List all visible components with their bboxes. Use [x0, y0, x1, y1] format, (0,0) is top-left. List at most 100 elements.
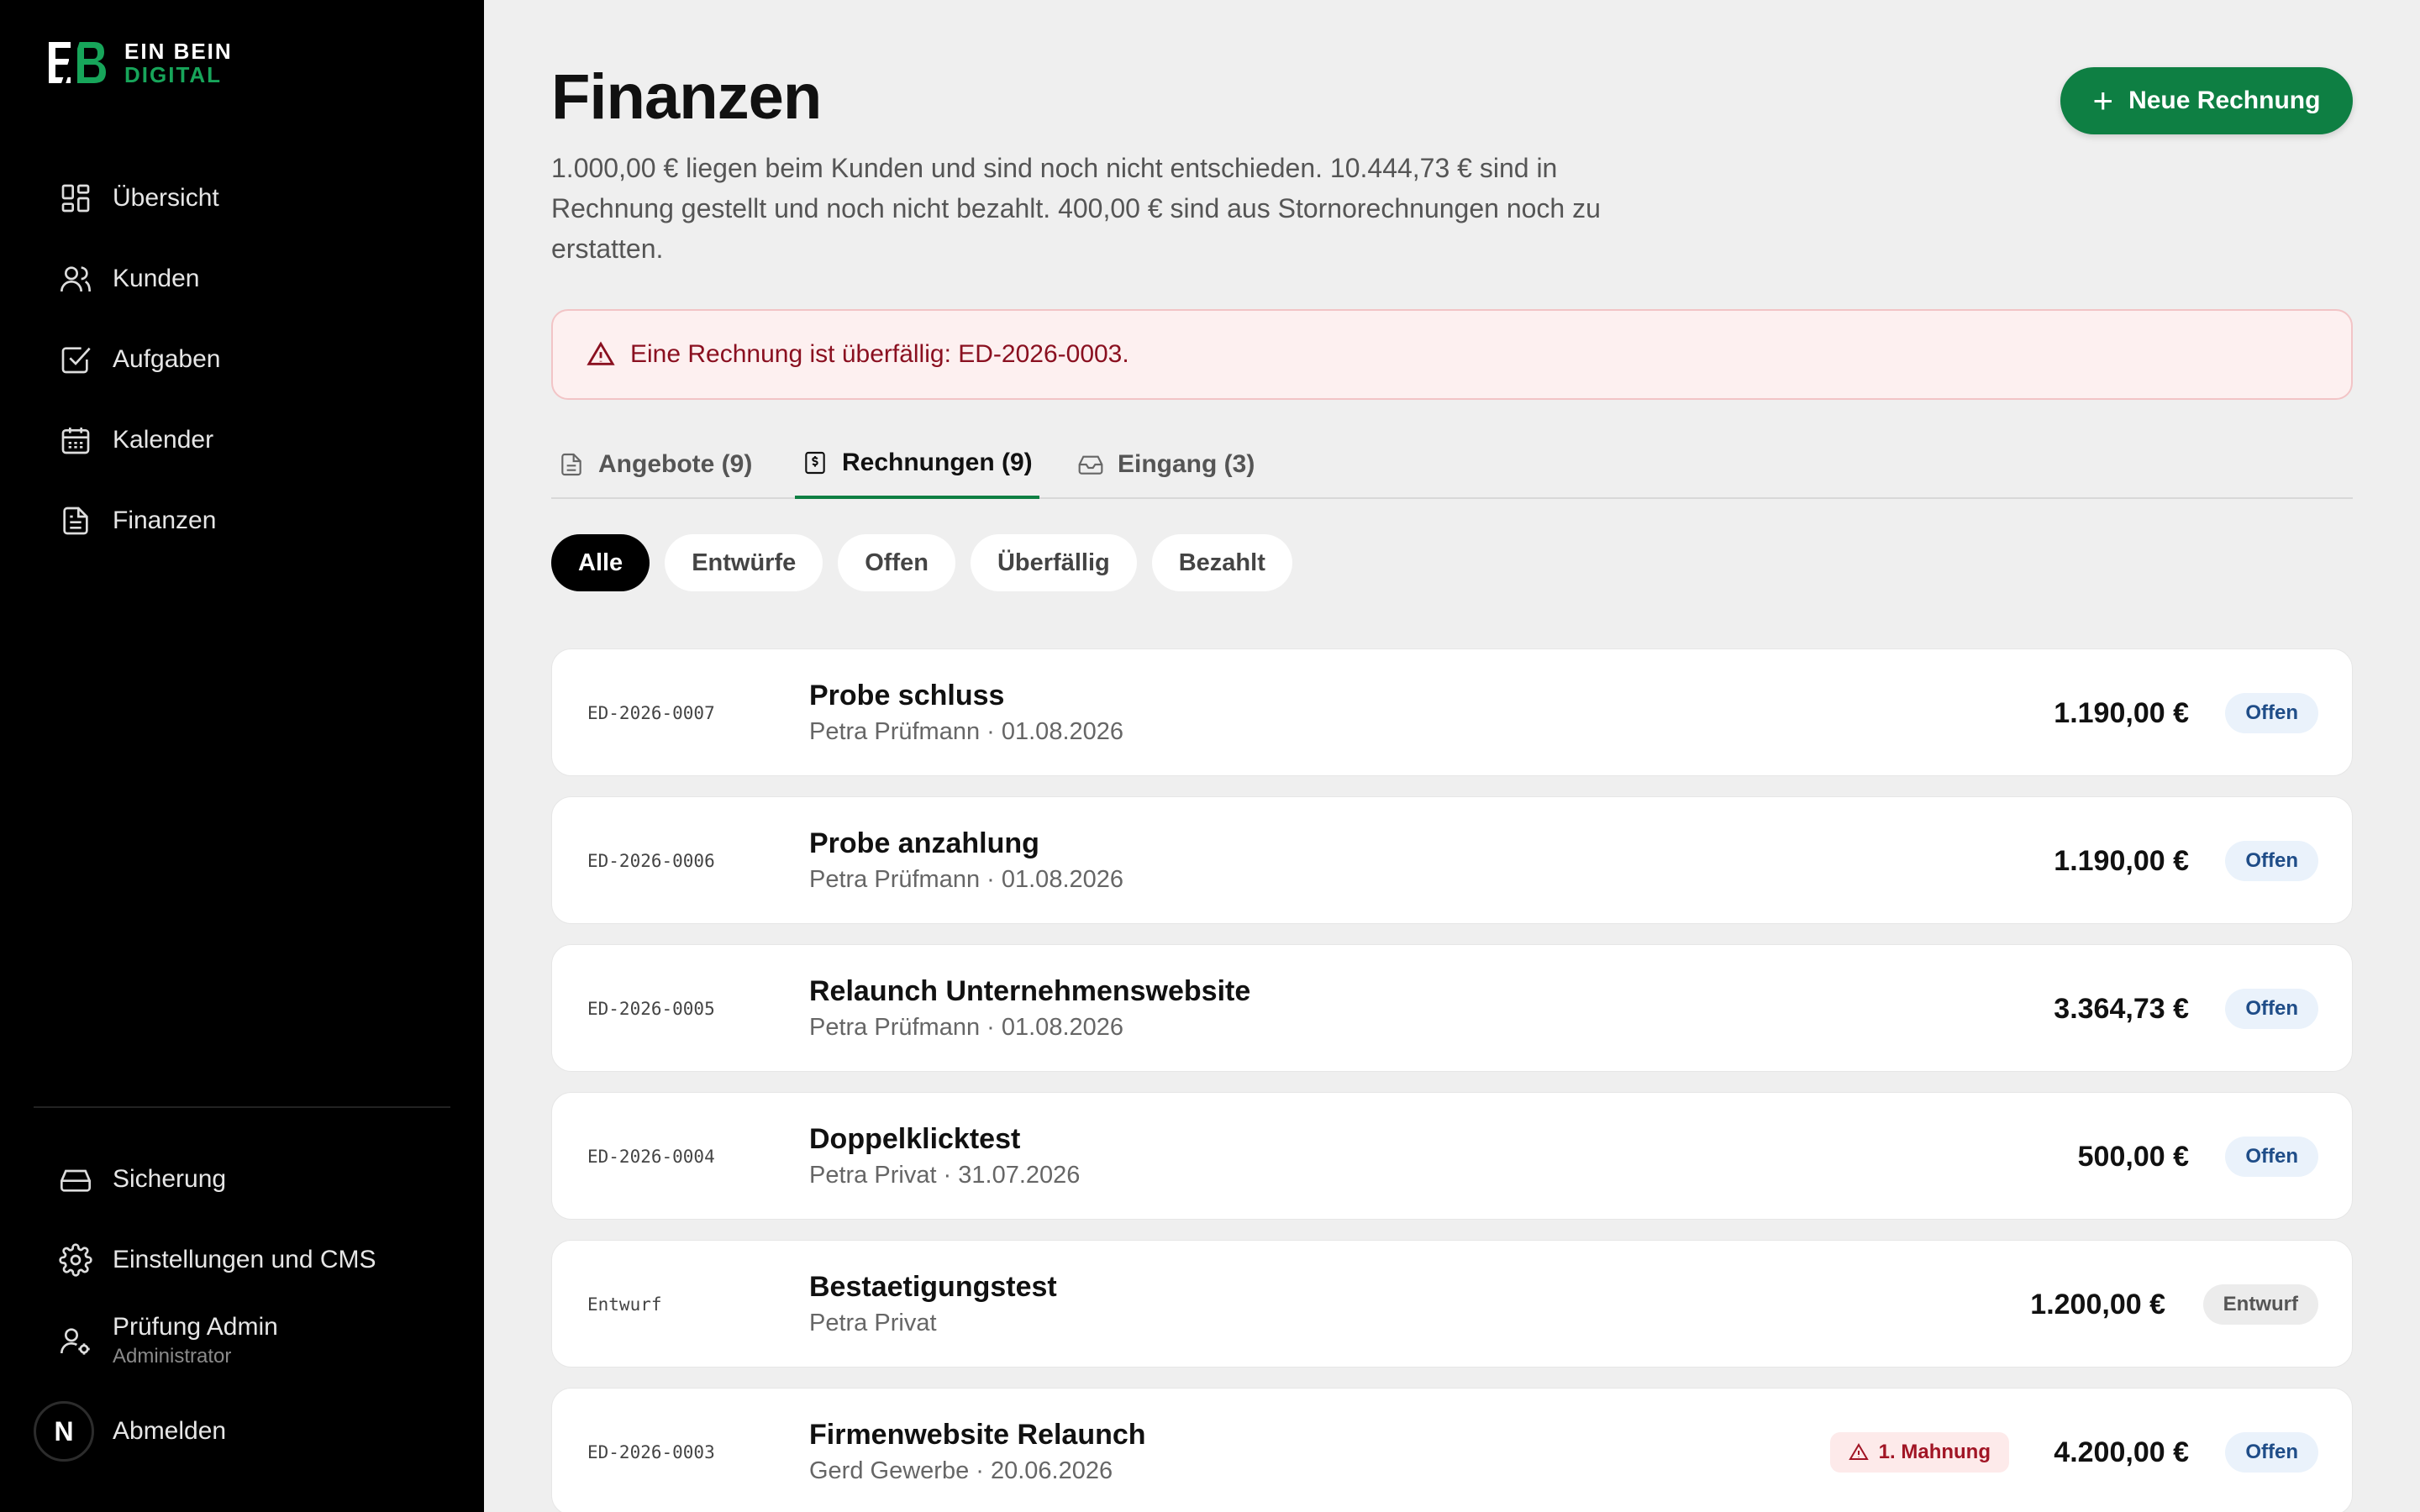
invoice-list: ED-2026-0007 Probe schluss Petra Prüfman…: [551, 648, 2353, 1512]
user-name: Prüfung Admin: [113, 1313, 278, 1341]
status-badge: Offen: [2225, 1432, 2318, 1473]
dashboard-icon: [59, 181, 92, 215]
checkbox-icon: [59, 343, 92, 376]
filter-ueberfaellig[interactable]: Überfällig: [970, 534, 1137, 591]
filter-offen[interactable]: Offen: [838, 534, 955, 591]
sidebar-item-kalender[interactable]: Kalender: [34, 400, 450, 480]
sidebar-item-label: Kunden: [113, 265, 200, 292]
sidebar-nav: Übersicht Kunden Aufgaben Kalender Finan…: [34, 158, 450, 561]
invoice-amount: 4.200,00 €: [2054, 1436, 2189, 1468]
page-subtitle: 1.000,00 € liegen beim Kunden und sind n…: [551, 153, 1601, 264]
user-profile[interactable]: Prüfung Admin Administrator: [34, 1300, 450, 1381]
invoice-row[interactable]: ED-2026-0005 Relaunch Unternehmenswebsit…: [551, 944, 2353, 1072]
sidebar-item-aufgaben[interactable]: Aufgaben: [34, 319, 450, 400]
invoice-row[interactable]: ED-2026-0003 Firmenwebsite Relaunch Gerd…: [551, 1388, 2353, 1512]
invoice-number: ED-2026-0007: [587, 703, 715, 723]
sidebar: EIN BEIN DIGITAL Übersicht Kunden Aufgab…: [0, 0, 484, 1512]
invoice-meta: Petra Prüfmann · 01.08.2026: [809, 718, 1124, 745]
invoice-amount: 1.190,00 €: [2054, 844, 2189, 877]
tab-eingang[interactable]: Eingang (3): [1071, 430, 1261, 499]
document-icon: [561, 453, 581, 476]
invoice-meta: Petra Privat · 31.07.2026: [809, 1162, 1081, 1189]
avatar: N: [34, 1401, 94, 1462]
sidebar-bottom-nav: Sicherung Einstellungen und CMS Prüfung …: [34, 1139, 450, 1381]
filter-alle[interactable]: Alle: [551, 534, 650, 591]
invoice-amount: 1.190,00 €: [2054, 696, 2189, 729]
status-badge: Offen: [2225, 693, 2318, 733]
status-badge: Entwurf: [2202, 1284, 2318, 1325]
sidebar-item-label: Kalender: [113, 426, 214, 454]
tab-rechnungen[interactable]: Rechnungen (9): [795, 430, 1039, 499]
brand-logo[interactable]: EIN BEIN DIGITAL: [45, 35, 233, 91]
invoice-amount: 500,00 €: [2077, 1140, 2189, 1173]
user-role: Administrator: [113, 1345, 232, 1368]
invoice-title: Firmenwebsite Relaunch: [809, 1419, 1146, 1451]
reminder-badge: 1. Mahnung: [1829, 1432, 2009, 1473]
invoice-title: Probe schluss: [809, 680, 1005, 711]
filter-entwuerfe[interactable]: Entwürfe: [665, 534, 823, 591]
invoice-meta: Petra Prüfmann · 01.08.2026: [809, 1014, 1124, 1041]
status-badge: Offen: [2225, 989, 2318, 1029]
invoice-row[interactable]: ED-2026-0006 Probe anzahlung Petra Prüfm…: [551, 796, 2353, 924]
calendar-icon: [59, 423, 92, 457]
status-badge: Offen: [2225, 1137, 2318, 1177]
sidebar-item-label: Übersicht: [113, 184, 219, 212]
gear-icon: [59, 1243, 92, 1277]
alert-text: Eine Rechnung ist überfällig: ED-2026-00…: [630, 340, 1129, 368]
invoice-row[interactable]: ED-2026-0007 Probe schluss Petra Prüfman…: [551, 648, 2353, 776]
user-settings-icon: [60, 1328, 90, 1355]
invoice-amount: 1.200,00 €: [2030, 1288, 2165, 1320]
invoice-title: Bestaetigungstest: [809, 1271, 1057, 1303]
invoice-title: Relaunch Unternehmenswebsite: [809, 975, 1251, 1007]
drive-icon: [59, 1163, 92, 1196]
sidebar-item-finanzen[interactable]: Finanzen: [34, 480, 450, 561]
warning-icon: [587, 341, 615, 365]
invoice-number: ED-2026-0004: [587, 1147, 715, 1167]
filter-bezahlt[interactable]: Bezahlt: [1151, 534, 1292, 591]
sidebar-item-label: Sicherung: [113, 1165, 227, 1193]
sidebar-divider: [34, 1106, 450, 1108]
invoice-number: Entwurf: [587, 1294, 662, 1315]
tab-label: Angebote (9): [598, 450, 753, 478]
brand-line1: EIN BEIN: [124, 39, 233, 64]
invoice-meta: Gerd Gewerbe · 20.06.2026: [809, 1457, 1113, 1484]
sidebar-item-sicherung[interactable]: Sicherung: [34, 1139, 450, 1220]
new-invoice-button[interactable]: + Neue Rechnung: [2060, 67, 2353, 134]
status-badge: Offen: [2225, 841, 2318, 881]
tab-bar: Angebote (9) Rechnungen (9) Eingang (3): [551, 430, 2353, 499]
users-icon: [59, 262, 92, 296]
invoice-amount: 3.364,73 €: [2054, 992, 2189, 1025]
new-invoice-label: Neue Rechnung: [2128, 87, 2321, 114]
invoice-row[interactable]: ED-2026-0004 Doppelklicktest Petra Priva…: [551, 1092, 2353, 1220]
sidebar-item-uebersicht[interactable]: Übersicht: [34, 158, 450, 239]
document-icon: [59, 504, 92, 538]
invoice-icon: [805, 451, 825, 475]
invoice-number: ED-2026-0006: [587, 851, 715, 871]
invoice-number: ED-2026-0005: [587, 999, 715, 1019]
tab-label: Eingang (3): [1118, 450, 1255, 478]
plus-icon: +: [2092, 81, 2114, 120]
sidebar-item-kunden[interactable]: Kunden: [34, 239, 450, 319]
overdue-alert: Eine Rechnung ist überfällig: ED-2026-00…: [551, 309, 2353, 400]
sidebar-item-label: Einstellungen und CMS: [113, 1246, 376, 1273]
inbox-icon: [1078, 455, 1103, 475]
invoice-number: ED-2026-0003: [587, 1442, 715, 1462]
sidebar-item-label: Finanzen: [113, 507, 217, 534]
sidebar-item-einstellungen[interactable]: Einstellungen und CMS: [34, 1220, 450, 1300]
invoice-meta: Petra Prüfmann · 01.08.2026: [809, 866, 1124, 893]
warning-icon: [1848, 1443, 1869, 1460]
tab-angebote[interactable]: Angebote (9): [551, 430, 759, 499]
sidebar-item-label: Aufgaben: [113, 345, 221, 373]
invoice-meta: Petra Privat: [809, 1310, 937, 1336]
filter-chips: Alle Entwürfe Offen Überfällig Bezahlt: [551, 534, 1292, 591]
logout-label: Abmelden: [113, 1417, 227, 1445]
reminder-label: 1. Mahnung: [1878, 1441, 1991, 1463]
logo-mark-icon: [49, 36, 106, 88]
logout-button[interactable]: N Abmelden: [34, 1401, 226, 1462]
page-title: Finanzen: [551, 61, 822, 133]
invoice-title: Probe anzahlung: [809, 827, 1039, 859]
invoice-title: Doppelklicktest: [809, 1123, 1021, 1155]
brand-line2: DIGITAL: [124, 62, 223, 87]
tab-label: Rechnungen (9): [842, 449, 1033, 476]
invoice-row[interactable]: Entwurf Bestaetigungstest Petra Privat 1…: [551, 1240, 2353, 1368]
